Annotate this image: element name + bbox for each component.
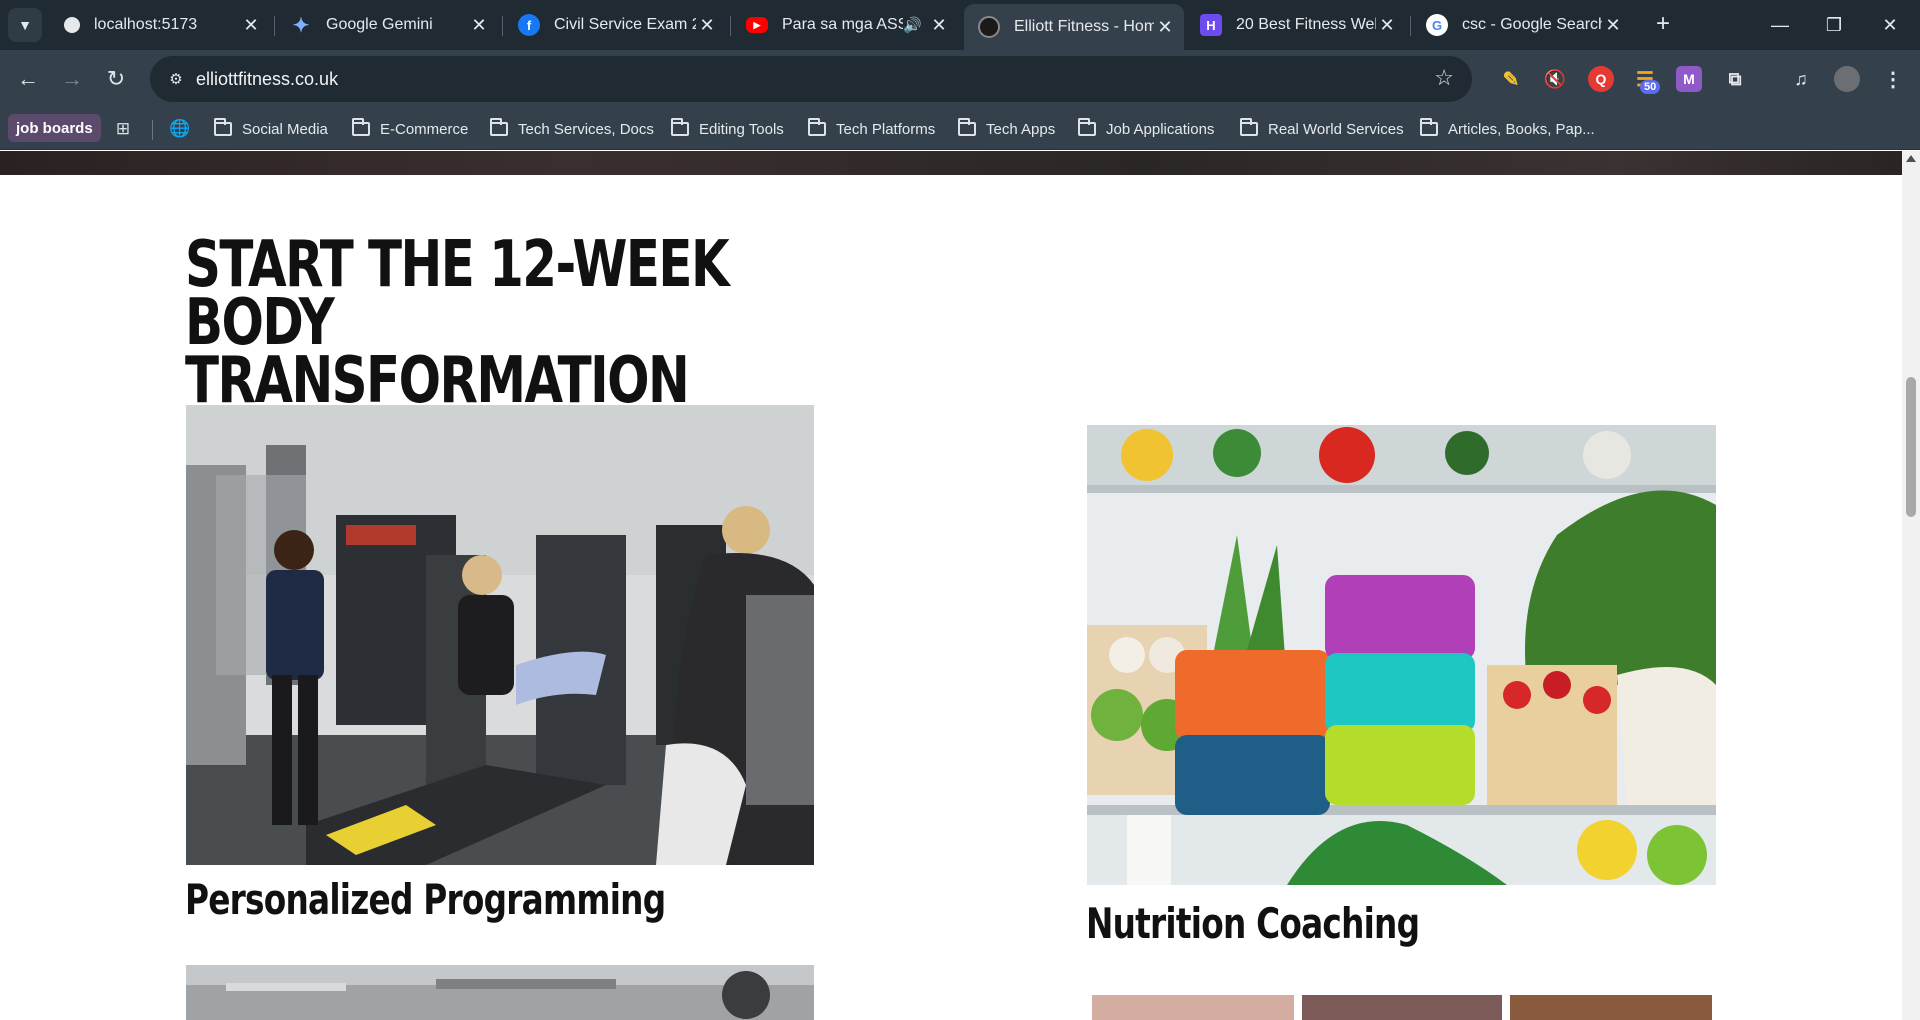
bookmark-folder[interactable]: Editing Tools [671,114,784,144]
google-icon: G [1426,14,1448,36]
tab-strip: ▼ localhost:5173 ✕ ✦ Google Gemini ✕ f C… [0,0,1920,50]
extensions-puzzle-icon[interactable]: ⧉ [1722,66,1748,92]
close-icon[interactable]: ✕ [696,14,718,36]
restore-icon: ❐ [1825,14,1843,35]
close-icon: ✕ [1882,14,1898,35]
tab-title: Para sa mga ASSI... [782,16,904,33]
speaker-icon[interactable]: 🔊 [903,16,922,34]
media-control-icon[interactable]: ♫ [1788,66,1814,92]
close-icon[interactable]: ✕ [240,14,262,36]
extension-q-icon[interactable]: Q [1588,66,1614,92]
arrow-right-icon: → [61,66,83,91]
tab-search-button[interactable]: ▼ [8,8,42,42]
tab-gemini[interactable]: ✦ Google Gemini ✕ [276,6,498,44]
bookmark-folder[interactable]: Tech Services, Docs [490,114,654,144]
close-icon[interactable]: ✕ [928,14,950,36]
extension-badge: 50 [1640,80,1661,94]
address-bar[interactable]: ⚙ elliottfitness.co.uk ☆ [150,56,1472,102]
close-window-button[interactable]: ✕ [1862,0,1918,50]
folder-icon [352,118,370,136]
site-info-icon[interactable]: ⚙ [164,68,188,90]
youtube-icon: ▶ [746,17,768,33]
profile-avatar[interactable] [1834,66,1860,92]
forward-button[interactable]: → [54,61,90,97]
gemini-icon: ✦ [292,14,310,37]
tab-separator [730,16,731,36]
minimize-button[interactable]: — [1752,0,1808,50]
tab-title: Elliott Fitness - Home [1014,18,1154,35]
reload-icon: ↻ [106,66,126,91]
client-results-photo [1092,995,1712,1020]
page-scrollbar[interactable] [1902,151,1920,1020]
back-button[interactable]: ← [10,61,46,97]
card-caption-personalized-programming: Personalized Programming [185,875,666,924]
close-icon[interactable]: ✕ [468,14,490,36]
tab-title: csc - Google Search [1462,16,1602,33]
kebab-menu-icon[interactable]: ⋮ [1880,66,1906,92]
tab-title: Google Gemini [326,16,433,33]
url-text[interactable]: elliottfitness.co.uk [196,69,338,90]
highlighter-extension-icon[interactable]: ✎ [1498,66,1524,92]
folder-icon [958,118,976,136]
close-icon[interactable]: ✕ [1154,16,1176,38]
tab-fitness-websites[interactable]: H 20 Best Fitness Webs... ✕ [1186,6,1406,44]
tab-youtube[interactable]: ▶ Para sa mga ASSI... 🔊 ✕ [732,6,958,44]
minimize-icon: — [1771,14,1789,35]
bookmark-folder[interactable]: E-Commerce [352,114,468,144]
page-icon [64,17,80,33]
extension-m-icon[interactable]: M [1676,66,1702,92]
folder-icon [1420,118,1438,136]
folder-icon [214,118,232,136]
card-caption-nutrition-coaching: Nutrition Coaching [1086,899,1420,948]
folder-icon [1240,118,1258,136]
close-icon[interactable]: ✕ [1602,14,1624,36]
mute-tab-icon[interactable]: 🔇 [1542,66,1568,92]
restore-button[interactable]: ❐ [1806,0,1862,50]
tab-title: localhost:5173 [94,16,198,33]
tab-separator [502,16,503,36]
hero-image-bottom-edge [0,151,1902,175]
tab-facebook[interactable]: f Civil Service Exam 20... ✕ [504,6,726,44]
new-tab-button[interactable]: + [1648,9,1678,39]
headline-line-1: START THE 12-WEEK BODY [185,228,730,360]
close-icon[interactable]: ✕ [1376,14,1398,36]
plus-icon: + [1655,10,1670,37]
facebook-icon: f [518,14,540,36]
bookmark-folder[interactable]: Tech Apps [958,114,1055,144]
bookmarks-bar: job boards ⊞ 🌐 Social Media E-Commerce T… [0,108,1920,150]
cycling-class-photo [186,965,814,1020]
folder-icon [1078,118,1096,136]
tab-separator [274,16,275,36]
reload-button[interactable]: ↻ [98,61,134,97]
browser-toolbar: ← → ↻ ⚙ elliottfitness.co.uk ☆ ✎ 🔇 Q ☰ M… [0,50,1920,108]
bookmark-folder[interactable]: Social Media [214,114,328,144]
bookmark-folder[interactable]: Real World Services [1240,114,1404,144]
tab-title: Civil Service Exam 20... [554,16,696,33]
elliott-logo-icon [978,16,1000,38]
bookmark-star-icon[interactable]: ☆ [1434,65,1454,91]
arrow-left-icon: ← [17,66,39,91]
page-viewport: START THE 12-WEEK BODY TRANSFORMATION CH… [0,151,1902,1020]
folder-icon [490,118,508,136]
folder-icon [808,118,826,136]
chevron-down-icon: ▼ [18,17,32,33]
tab-elliott-fitness[interactable]: Elliott Fitness - Home ✕ [964,4,1184,50]
tab-title: 20 Best Fitness Webs... [1236,16,1376,33]
bookmark-folder[interactable]: Articles, Books, Pap... [1420,114,1595,144]
bookmark-job-boards[interactable]: job boards [8,114,101,142]
gym-training-photo [186,405,814,865]
folder-icon [671,118,689,136]
bookmark-separator [152,120,153,140]
h-logo-icon: H [1200,14,1222,36]
scrollbar-thumb[interactable] [1906,377,1916,517]
tab-google-search[interactable]: G csc - Google Search ✕ [1412,6,1632,44]
meal-prep-fridge-photo [1087,425,1716,885]
bookmark-folder[interactable]: Tech Platforms [808,114,935,144]
apps-grid-icon[interactable]: ⊞ [112,118,134,140]
globe-icon[interactable]: 🌐 [169,118,191,140]
bookmark-folder[interactable]: Job Applications [1078,114,1214,144]
scroll-up-arrow-icon[interactable] [1906,155,1916,162]
tab-localhost[interactable]: localhost:5173 ✕ [50,6,270,44]
tab-separator [1410,16,1411,36]
